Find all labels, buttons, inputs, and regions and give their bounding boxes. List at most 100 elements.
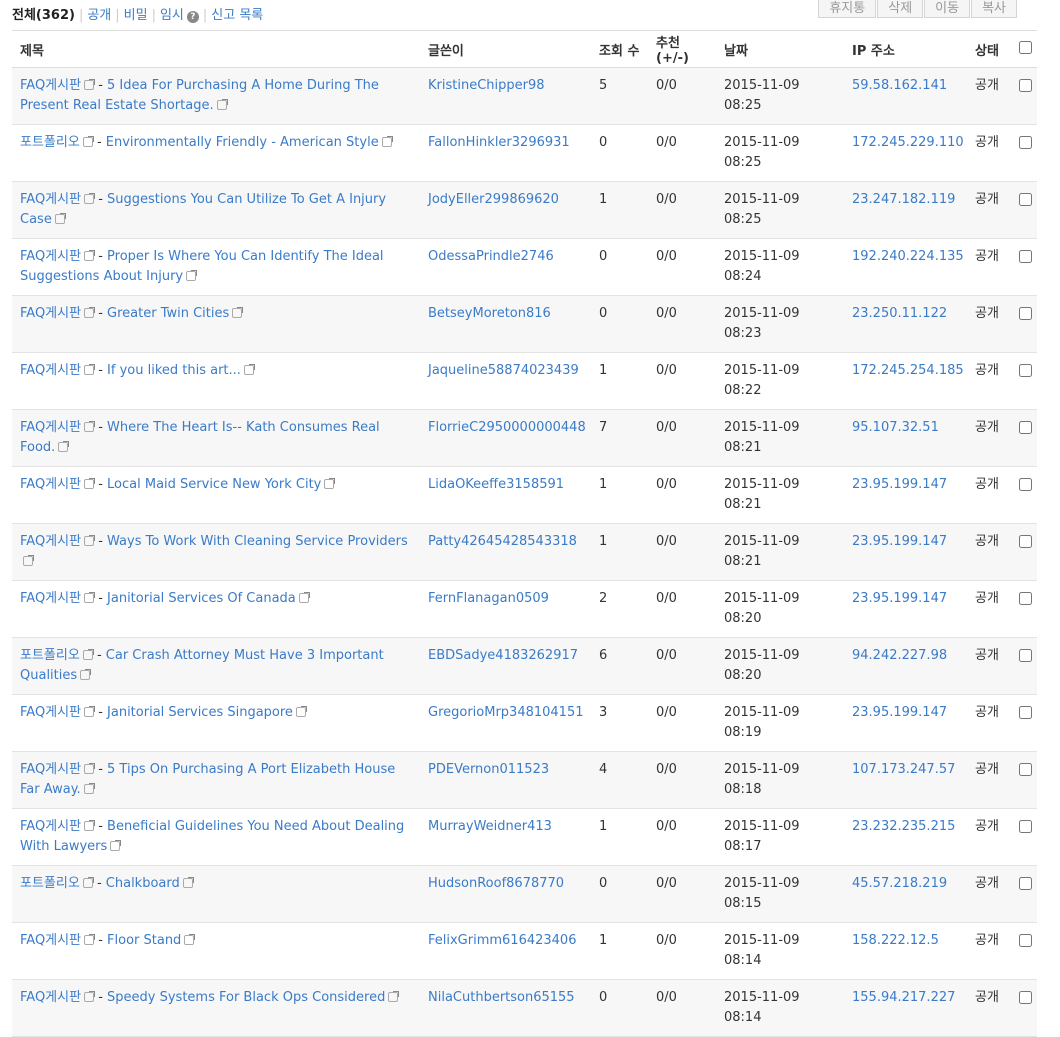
select-all-checkbox[interactable] [1019, 40, 1032, 54]
category-link[interactable]: FAQ게시판 [20, 990, 81, 1005]
category-link[interactable]: FAQ게시판 [20, 591, 81, 606]
category-link[interactable]: FAQ게시판 [20, 705, 81, 720]
author-link[interactable]: NilaCuthbertson65155 [428, 990, 575, 1005]
row-checkbox[interactable] [1019, 136, 1032, 149]
row-checkbox[interactable] [1019, 706, 1032, 719]
ip-address-link[interactable]: 172.245.229.110 [852, 135, 964, 150]
filter-secret[interactable]: 비밀 [124, 8, 148, 23]
row-checkbox[interactable] [1019, 535, 1032, 548]
external-link-icon[interactable] [58, 441, 70, 452]
external-link-icon[interactable] [80, 669, 92, 680]
row-checkbox[interactable] [1019, 421, 1032, 434]
move-button[interactable]: 이동 [924, 0, 971, 18]
external-link-icon[interactable] [84, 535, 96, 546]
row-checkbox[interactable] [1019, 649, 1032, 662]
filter-report-list[interactable]: 신고 목록 [211, 8, 263, 23]
ip-address-link[interactable]: 23.95.199.147 [852, 477, 947, 492]
external-link-icon[interactable] [84, 193, 96, 204]
external-link-icon[interactable] [324, 478, 336, 489]
category-link[interactable]: FAQ게시판 [20, 534, 81, 549]
row-checkbox[interactable] [1019, 877, 1032, 890]
row-checkbox[interactable] [1019, 193, 1032, 206]
external-link-icon[interactable] [186, 270, 198, 281]
author-link[interactable]: KristineChipper98 [428, 78, 545, 93]
external-link-icon[interactable] [84, 991, 96, 1002]
external-link-icon[interactable] [84, 934, 96, 945]
filter-all[interactable]: 전체(362) [12, 8, 75, 23]
filter-public[interactable]: 공개 [87, 8, 111, 23]
ip-address-link[interactable]: 95.107.32.51 [852, 420, 939, 435]
col-author[interactable]: 글쓴이 [420, 30, 591, 68]
row-checkbox[interactable] [1019, 307, 1032, 320]
ip-address-link[interactable]: 23.95.199.147 [852, 705, 947, 720]
external-link-icon[interactable] [82, 877, 94, 888]
external-link-icon[interactable] [232, 307, 244, 318]
post-title-link[interactable]: If you liked this art... [107, 363, 241, 378]
post-title-link[interactable]: Floor Stand [107, 933, 181, 948]
trash-button[interactable]: 휴지통 [818, 0, 877, 18]
author-link[interactable]: MurrayWeidner413 [428, 819, 552, 834]
ip-address-link[interactable]: 94.242.227.98 [852, 648, 947, 663]
row-checkbox[interactable] [1019, 364, 1032, 377]
row-checkbox[interactable] [1019, 820, 1032, 833]
ip-address-link[interactable]: 172.245.254.185 [852, 363, 964, 378]
copy-button[interactable]: 복사 [971, 0, 1017, 18]
col-views[interactable]: 조회 수 [591, 30, 648, 68]
author-link[interactable]: EBDSadye4183262917 [428, 648, 578, 663]
category-link[interactable]: FAQ게시판 [20, 420, 81, 435]
author-link[interactable]: Patty42645428543318 [428, 534, 577, 549]
ip-address-link[interactable]: 23.95.199.147 [852, 534, 947, 549]
author-link[interactable]: FernFlanagan0509 [428, 591, 549, 606]
external-link-icon[interactable] [381, 136, 393, 147]
author-link[interactable]: FlorrieC2950000000448 [428, 420, 586, 435]
row-checkbox[interactable] [1019, 592, 1032, 605]
external-link-icon[interactable] [84, 706, 96, 717]
external-link-icon[interactable] [295, 706, 307, 717]
external-link-icon[interactable] [82, 649, 94, 660]
category-link[interactable]: FAQ게시판 [20, 477, 81, 492]
row-checkbox[interactable] [1019, 934, 1032, 947]
external-link-icon[interactable] [84, 421, 96, 432]
post-title-link[interactable]: Chalkboard [106, 876, 180, 891]
category-link[interactable]: FAQ게시판 [20, 192, 81, 207]
author-link[interactable]: Jaqueline58874023439 [428, 363, 579, 378]
category-link[interactable]: FAQ게시판 [20, 249, 81, 264]
ip-address-link[interactable]: 23.232.235.215 [852, 819, 955, 834]
post-title-link[interactable]: Ways To Work With Cleaning Service Provi… [107, 534, 408, 549]
help-icon[interactable]: ? [186, 11, 199, 23]
row-checkbox[interactable] [1019, 79, 1032, 92]
external-link-icon[interactable] [84, 307, 96, 318]
row-checkbox[interactable] [1019, 250, 1032, 263]
external-link-icon[interactable] [298, 592, 310, 603]
post-title-link[interactable]: Janitorial Services Singapore [107, 705, 293, 720]
author-link[interactable]: JodyEller299869620 [428, 192, 559, 207]
post-title-link[interactable]: Local Maid Service New York City [107, 477, 321, 492]
external-link-icon[interactable] [84, 79, 96, 90]
col-ip[interactable]: IP 주소 [844, 30, 967, 68]
category-link[interactable]: 포트폴리오 [20, 135, 80, 150]
row-checkbox[interactable] [1019, 763, 1032, 776]
category-link[interactable]: FAQ게시판 [20, 78, 81, 93]
author-link[interactable]: LidaOKeeffe3158591 [428, 477, 564, 492]
external-link-icon[interactable] [84, 592, 96, 603]
ip-address-link[interactable]: 107.173.247.57 [852, 762, 955, 777]
col-title[interactable]: 제목 [12, 30, 420, 68]
post-title-link[interactable]: Janitorial Services Of Canada [107, 591, 296, 606]
ip-address-link[interactable]: 155.94.217.227 [852, 990, 955, 1005]
external-link-icon[interactable] [184, 934, 196, 945]
category-link[interactable]: FAQ게시판 [20, 819, 81, 834]
author-link[interactable]: PDEVernon011523 [428, 762, 549, 777]
row-checkbox[interactable] [1019, 991, 1032, 1004]
ip-address-link[interactable]: 23.95.199.147 [852, 591, 947, 606]
row-checkbox[interactable] [1019, 478, 1032, 491]
external-link-icon[interactable] [216, 99, 228, 110]
category-link[interactable]: FAQ게시판 [20, 762, 81, 777]
post-title-link[interactable]: Greater Twin Cities [107, 306, 229, 321]
col-votes[interactable]: 추천(+/-) [648, 30, 716, 68]
ip-address-link[interactable]: 23.247.182.119 [852, 192, 955, 207]
external-link-icon[interactable] [388, 991, 400, 1002]
ip-address-link[interactable]: 23.250.11.122 [852, 306, 947, 321]
external-link-icon[interactable] [23, 555, 34, 566]
filter-temp[interactable]: 임시 [160, 8, 184, 23]
post-title-link[interactable]: Environmentally Friendly - American Styl… [106, 135, 379, 150]
